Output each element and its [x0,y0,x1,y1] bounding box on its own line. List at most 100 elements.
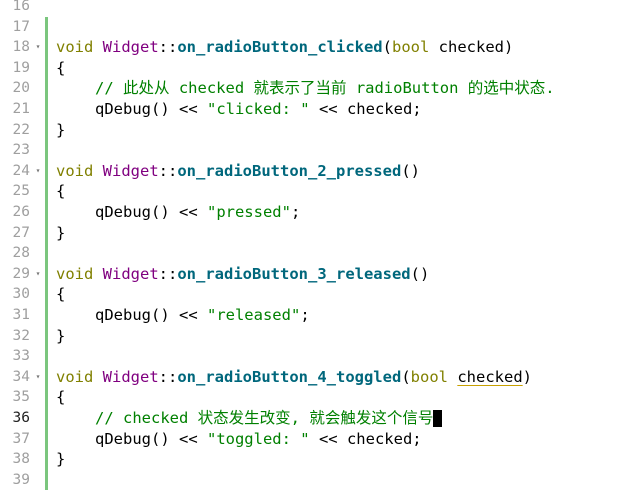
code-token: ( [401,367,411,386]
code-line[interactable]: } [56,449,65,470]
code-line[interactable]: // checked 状态发生改变, 就会触发这个信号 [56,408,443,429]
code-line[interactable]: qDebug() << "toggled: " << checked; [56,429,422,450]
code-line[interactable]: } [56,326,65,347]
line-number: 26 [12,204,30,220]
code-line[interactable]: // 此处从 checked 就表示了当前 radioButton 的选中状态. [56,78,555,99]
code-token: () [410,264,430,283]
code-token: // checked 状态发生改变, 就会触发这个信号 [95,409,434,427]
code-token: { [56,182,66,201]
code-token: ( [382,38,392,57]
code-token: } [56,120,66,139]
code-token: :: [158,38,178,57]
code-token: "released" [206,306,301,324]
code-token: } [56,223,66,242]
code-token: checked [457,367,523,386]
code-token: } [56,450,66,469]
line-number: 39 [12,471,30,488]
code-line[interactable]: } [56,120,65,141]
code-token: bool [392,38,430,57]
code-token: << checked; [309,100,422,118]
line-number: 22 [12,121,30,138]
change-indicator-bar [45,16,48,490]
line-number: 30 [12,286,30,303]
code-line[interactable]: void Widget::on_radioButton_3_released() [56,264,429,285]
line-number: 27 [12,224,30,241]
line-number: 24 [12,162,30,179]
line-number: 36 [12,410,30,426]
code-token: qDebug() << [95,429,207,448]
line-number: 29 [12,265,30,282]
code-token: () [401,161,420,180]
line-number: 17 [12,18,30,35]
code-line[interactable]: { [56,181,65,202]
code-token: qDebug() << [95,306,207,324]
line-number: 28 [12,245,30,262]
code-line[interactable]: { [56,58,65,79]
code-token: { [56,285,66,304]
line-number: 37 [12,430,30,447]
code-line[interactable]: qDebug() << "pressed"; [56,202,300,223]
line-number: 18 [12,39,30,56]
code-line[interactable]: void Widget::on_radioButton_clicked(bool… [56,37,513,58]
line-number: 25 [12,183,30,200]
code-token: on_radioButton_2_pressed [177,161,402,180]
code-token: :: [158,367,178,386]
code-line[interactable]: void Widget::on_radioButton_2_pressed() [56,161,420,182]
code-token: { [56,58,66,77]
code-token: Widget [102,161,159,180]
text-cursor [433,410,443,427]
code-token: void [56,367,94,386]
code-token: "clicked: " [206,100,310,118]
code-editor[interactable]: void Widget::on_radioButton_clicked(bool… [56,0,636,489]
code-token: qDebug() << [95,100,207,118]
code-line[interactable]: { [56,284,65,305]
code-token: ) [522,367,532,386]
code-token: void [56,264,94,283]
line-number: 38 [12,451,30,468]
chevron-down-icon[interactable]: ▾ [33,161,43,182]
code-token: "pressed" [206,203,291,221]
code-token: bool [410,367,448,386]
line-number: 23 [12,142,30,159]
code-line[interactable]: } [56,223,65,244]
line-number: 31 [12,307,30,323]
code-token: << checked; [309,429,422,448]
code-token: ; [300,306,310,324]
code-token: Widget [102,38,159,57]
code-token: on_radioButton_clicked [177,38,383,57]
line-number: 32 [12,327,30,344]
line-number: 21 [12,101,30,117]
chevron-down-icon[interactable]: ▾ [33,37,43,58]
code-line[interactable]: { [56,387,65,408]
code-token: void [56,161,94,180]
code-token: { [56,388,66,407]
code-token: on_radioButton_3_released [177,264,411,283]
chevron-down-icon[interactable]: ▾ [33,367,43,388]
code-token: Widget [102,367,159,386]
code-token: // 此处从 checked 就表示了当前 radioButton 的选中状态. [95,79,555,98]
code-line[interactable]: void Widget::on_radioButton_4_toggled(bo… [56,367,532,388]
line-number: 20 [12,80,30,97]
code-token: checked) [429,38,514,57]
code-token: } [56,326,66,345]
code-token: on_radioButton_4_toggled [177,367,402,386]
code-line[interactable]: qDebug() << "released"; [56,305,310,326]
line-number: 33 [12,348,30,365]
code-token: :: [158,264,178,283]
code-token: "toggled: " [206,429,310,448]
chevron-down-icon[interactable]: ▾ [33,264,43,285]
code-token: qDebug() << [95,203,207,221]
line-number-gutter: 16 17 18 19 20 21 22 23 24 25 26 27 28 29 30 31 32 33 34 35… [0,0,36,489]
code-token: :: [158,161,178,180]
code-token: Widget [102,264,159,283]
line-number: 19 [12,59,30,76]
code-token: ; [290,203,301,221]
line-number: 35 [12,389,30,406]
line-number: 16 [12,0,30,14]
code-line[interactable]: qDebug() << "clicked: " << checked; [56,99,422,120]
